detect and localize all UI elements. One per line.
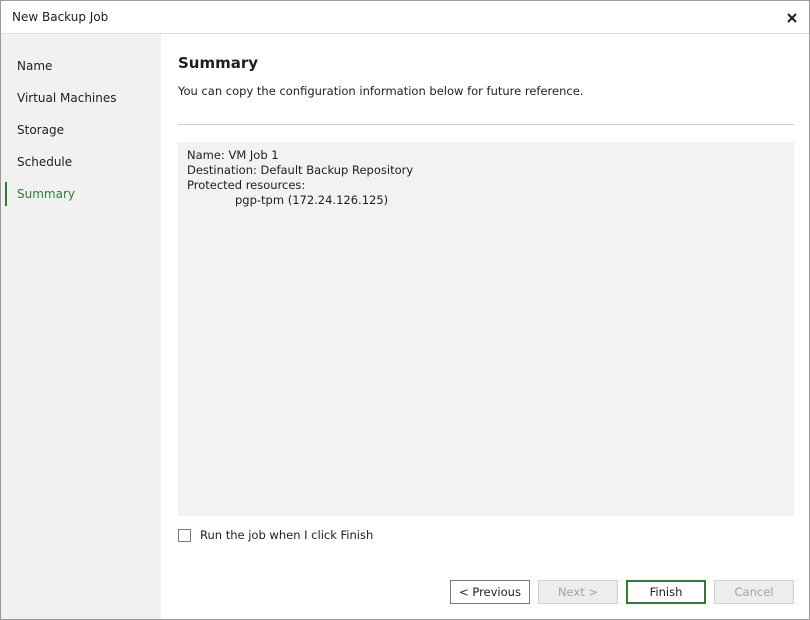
finish-button[interactable]: Finish: [626, 580, 706, 604]
summary-destination-line: Destination: Default Backup Repository: [187, 163, 414, 177]
wizard-steps-sidebar: Name Virtual Machines Storage Schedule S…: [1, 34, 161, 619]
cancel-button[interactable]: Cancel: [714, 580, 794, 604]
close-icon: [787, 12, 797, 23]
title-bar: New Backup Job: [1, 1, 809, 34]
page-title: Summary: [178, 54, 259, 72]
close-button[interactable]: [775, 1, 809, 34]
summary-resource-item: pgp-tpm (172.24.126.125): [235, 193, 389, 207]
run-job-option[interactable]: Run the job when I click Finish: [178, 527, 373, 543]
sidebar-item-virtual-machines[interactable]: Virtual Machines: [1, 86, 161, 110]
page-subtitle: You can copy the configuration informati…: [178, 84, 584, 98]
new-backup-job-window: New Backup Job Name Virtual Machines Sto…: [0, 0, 810, 620]
summary-resources-header: Protected resources:: [187, 178, 306, 192]
sidebar-item-schedule[interactable]: Schedule: [1, 150, 161, 174]
run-job-checkbox[interactable]: [178, 528, 191, 542]
header-divider: [178, 124, 794, 125]
window-title: New Backup Job: [12, 10, 109, 24]
summary-text-area[interactable]: Name: VM Job 1 Destination: Default Back…: [178, 142, 794, 516]
sidebar-item-storage[interactable]: Storage: [1, 118, 161, 142]
previous-button[interactable]: < Previous: [450, 580, 530, 604]
run-job-label: Run the job when I click Finish: [200, 528, 374, 542]
main-content: Summary You can copy the configuration i…: [161, 34, 809, 619]
next-button[interactable]: Next >: [538, 580, 618, 604]
sidebar-item-summary[interactable]: Summary: [1, 182, 161, 206]
sidebar-item-name[interactable]: Name: [1, 54, 161, 78]
summary-name-line: Name: VM Job 1: [187, 148, 279, 162]
